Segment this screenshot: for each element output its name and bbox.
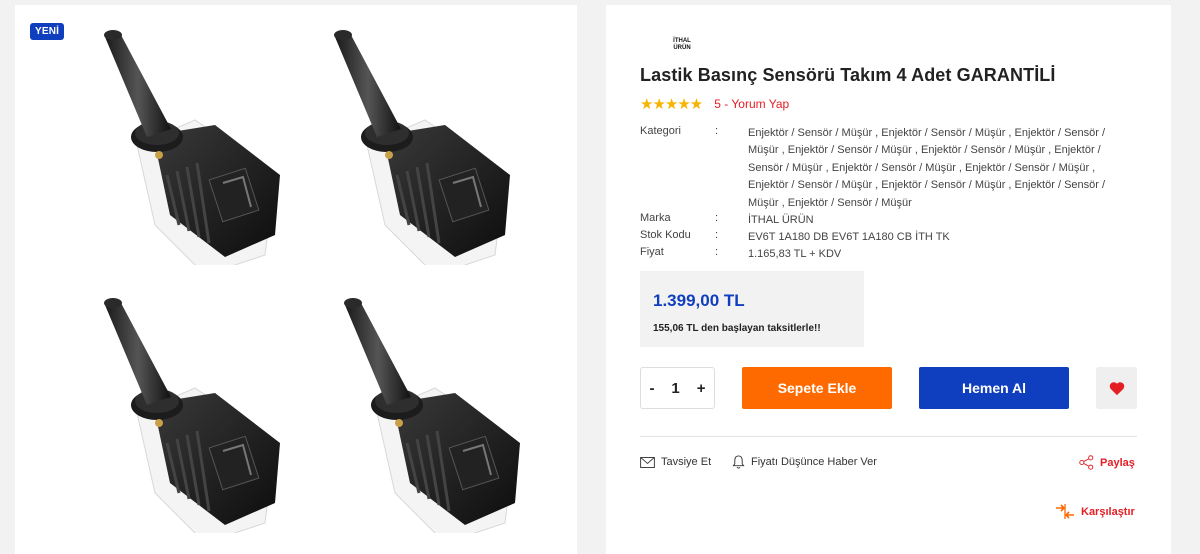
spec-separator: : [715,229,719,241]
sensor-image-2[interactable] [305,25,525,265]
compare-icon [1056,504,1074,519]
spec-value: EV6T 1A180 DB EV6T 1A180 CB İTH TK [748,231,950,243]
spec-label: Marka [640,212,671,224]
decrease-button[interactable]: - [649,380,654,397]
spec-label: Stok Kodu [640,229,691,241]
favorite-button[interactable] [1096,367,1137,409]
add-to-cart-button[interactable]: Sepete Ekle [742,367,892,409]
share-icon [1079,455,1094,470]
price-alert-link[interactable]: Fiyatı Düşünce Haber Ver [732,455,877,469]
recommend-link[interactable]: Tavsiye Et [640,456,711,468]
product-details: İTHAL ÜRÜN Lastik Basınç Sensörü Takım 4… [606,5,1171,554]
bell-icon [732,455,745,469]
spec-brand: Marka : İTHAL ÜRÜN [640,212,1120,226]
divider [640,436,1137,437]
spec-stock-code: Stok Kodu : EV6T 1A180 DB EV6T 1A180 CB … [640,229,1120,243]
sensor-image-3[interactable] [75,293,295,533]
increase-button[interactable]: + [697,380,706,397]
new-badge: YENİ [30,23,65,40]
product-title: Lastik Basınç Sensörü Takım 4 Adet GARAN… [640,65,1056,85]
rating: ★★★★★ 5 - Yorum Yap [640,95,789,113]
spec-value: 1.165,83 TL + KDV [748,248,842,260]
spec-label: Fiyat [640,246,664,258]
compare-link[interactable]: Karşılaştır [1055,503,1135,520]
brand-logo[interactable]: İTHAL ÜRÜN [668,38,696,52]
quantity-input[interactable]: 1 [671,380,679,397]
quantity-stepper: - 1 + [640,367,715,409]
spec-label: Kategori [640,125,681,137]
share-link[interactable]: Paylaş [1079,455,1135,470]
spec-category: Kategori : Enjektör / Sensör / Müşür , E… [640,125,1120,215]
installment-text: 155,06 TL den başlayan taksitlerle!! [653,323,821,334]
product-gallery: YENİ [15,5,577,554]
spec-value[interactable]: Enjektör / Sensör / Müşür , Enjektör / S… [748,125,1118,212]
buy-now-button[interactable]: Hemen Al [919,367,1069,409]
sensor-image-1[interactable] [75,25,295,265]
sensor-image-4[interactable] [315,293,535,533]
spec-separator: : [715,125,719,137]
price-box: 1.399,00 TL 155,06 TL den başlayan taksi… [640,271,864,347]
spec-separator: : [715,246,719,258]
sale-price: 1.399,00 TL [653,291,745,310]
spec-price: Fiyat : 1.165,83 TL + KDV [640,246,1120,260]
spec-separator: : [715,212,719,224]
review-link[interactable]: 5 - Yorum Yap [714,97,789,111]
star-rating-icon: ★★★★★ [640,96,703,113]
envelope-icon [640,456,655,468]
spec-value[interactable]: İTHAL ÜRÜN [748,212,1118,229]
heart-icon [1109,381,1124,395]
